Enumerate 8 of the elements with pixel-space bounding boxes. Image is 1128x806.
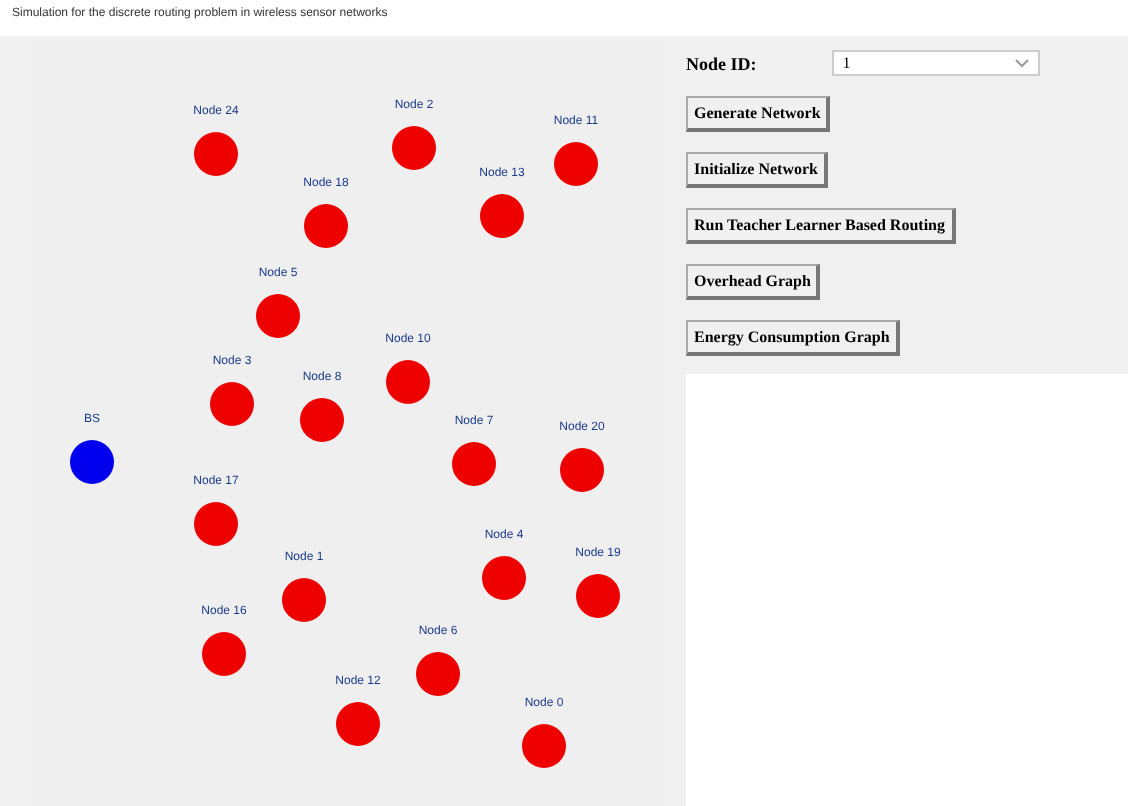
node-id-dropdown[interactable]: 1 — [832, 50, 1041, 76]
action-button[interactable]: Initialize Network — [686, 152, 828, 188]
action-button[interactable]: Energy Consumption Graph — [686, 320, 900, 356]
chevron-down-icon — [1014, 57, 1031, 69]
action-button[interactable]: Run Teacher Learner Based Routing — [686, 208, 955, 244]
action-button[interactable]: Generate Network — [686, 96, 831, 132]
action-button[interactable]: Overhead Graph — [686, 264, 821, 300]
node-id-label: Node ID: — [686, 53, 757, 73]
